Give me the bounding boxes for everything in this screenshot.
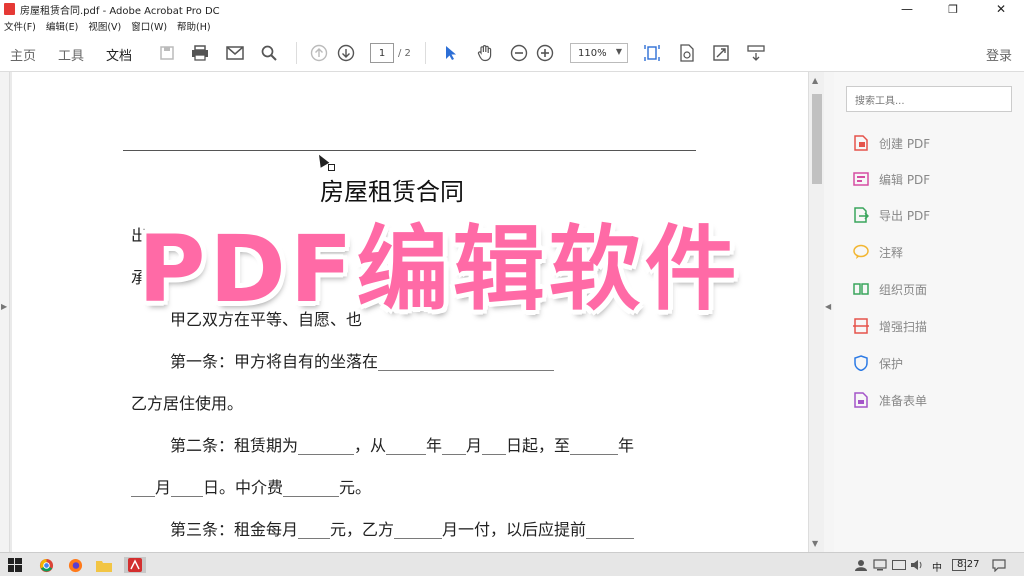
prepare-form-icon	[852, 391, 870, 409]
page-total: / 2	[398, 48, 411, 59]
main-toolbar: 主页 工具 文档 1 / 2 110% ▼ 登录	[0, 34, 1024, 76]
acrobat-app-icon	[4, 3, 15, 15]
windows-taskbar: 中 8:27	[0, 552, 1024, 576]
tool-comment[interactable]: 注释	[852, 241, 903, 263]
menu-file[interactable]: 文件(F)	[4, 19, 36, 33]
tool-label: 注释	[879, 245, 904, 260]
overlay-caption: PDF编辑软件	[138, 216, 741, 323]
toolbar-separator	[296, 42, 297, 64]
comment-icon	[852, 243, 870, 261]
edit-pdf-icon	[852, 170, 870, 188]
window-title: 房屋租赁合同.pdf - Adobe Acrobat Pro DC	[20, 5, 220, 17]
zoom-in-icon[interactable]	[535, 43, 555, 63]
volume-icon[interactable]	[908, 557, 926, 573]
tool-label: 保护	[879, 356, 904, 371]
mail-icon[interactable]	[225, 43, 245, 63]
hand-tool-icon[interactable]	[475, 43, 495, 63]
file-explorer-icon[interactable]	[95, 557, 113, 573]
page-header-rule	[123, 150, 696, 151]
doc-line: 第二条：租赁期为_______，从_____年___月___日起，至______…	[170, 436, 635, 455]
tool-label: 组织页面	[879, 282, 928, 297]
keyboard-icon[interactable]	[890, 557, 908, 573]
tool-label: 增强扫描	[879, 319, 928, 334]
save-icon[interactable]	[157, 43, 177, 63]
fit-page-icon[interactable]	[642, 43, 662, 63]
chrome-icon[interactable]	[37, 557, 55, 573]
cursor-selection-box	[328, 164, 335, 171]
left-panel-toggle[interactable]: ▶	[0, 72, 10, 552]
right-panel-toggle[interactable]: ◀	[824, 72, 834, 552]
search-tools-input[interactable]: 搜索工具...	[846, 86, 1012, 112]
title-bar: 房屋租赁合同.pdf - Adobe Acrobat Pro DC — ❐ ✕	[0, 0, 1024, 18]
page-number-input[interactable]: 1	[370, 43, 394, 63]
chevron-left-icon: ◀	[825, 302, 832, 311]
clock-time[interactable]: 8:27	[957, 559, 979, 570]
menu-bar: 文件(F) 编辑(E) 视图(V) 窗口(W) 帮助(H)	[0, 18, 1024, 34]
tool-label: 准备表单	[879, 393, 928, 408]
tool-protect[interactable]: 保护	[852, 352, 903, 374]
tool-create-pdf[interactable]: 创建 PDF	[852, 132, 930, 154]
chevron-right-icon: ▶	[1, 302, 8, 311]
user-icon[interactable]	[852, 557, 870, 573]
select-cursor-icon[interactable]	[441, 43, 461, 63]
menu-edit[interactable]: 编辑(E)	[46, 19, 78, 33]
tab-tools[interactable]: 工具	[58, 45, 84, 64]
doc-line: 第一条：甲方将自有的坐落在______________________	[170, 352, 555, 371]
menu-window[interactable]: 窗口(W)	[131, 19, 167, 33]
start-icon[interactable]	[6, 557, 24, 573]
login-link[interactable]: 登录	[986, 45, 1012, 64]
maximize-button[interactable]: ❐	[930, 0, 976, 18]
doc-line: 第三条：租金每月____元，乙方______月一付，以后应提前______	[170, 520, 635, 539]
acrobat-taskbar-icon[interactable]	[124, 557, 146, 573]
comment-tool-icon[interactable]	[746, 43, 766, 63]
tool-export-pdf[interactable]: 导出 PDF	[852, 204, 930, 226]
firefox-icon[interactable]	[66, 557, 84, 573]
doc-line: ___月____日。中介费_______元。	[131, 478, 372, 497]
minimize-button[interactable]: —	[884, 0, 930, 18]
search-icon[interactable]	[259, 43, 279, 63]
tools-pane: 搜索工具... 创建 PDF 编辑 PDF 导出 PDF 注释 组织页面 增强扫…	[834, 72, 1024, 552]
page-up-icon[interactable]	[309, 43, 329, 63]
create-pdf-icon	[852, 134, 870, 152]
vertical-scrollbar[interactable]: ▲ ▼	[808, 72, 824, 552]
tab-home[interactable]: 主页	[10, 45, 36, 64]
zoom-out-icon[interactable]	[509, 43, 529, 63]
scroll-down-icon[interactable]: ▼	[812, 539, 818, 548]
page-down-icon[interactable]	[336, 43, 356, 63]
full-screen-icon[interactable]	[711, 43, 731, 63]
print-icon[interactable]	[190, 43, 210, 63]
export-pdf-icon	[852, 206, 870, 224]
scroll-up-icon[interactable]: ▲	[812, 76, 818, 85]
toolbar-separator	[425, 42, 426, 64]
chevron-down-icon: ▼	[615, 47, 622, 56]
tool-enhance-scan[interactable]: 增强扫描	[852, 315, 927, 337]
menu-view[interactable]: 视图(V)	[88, 19, 121, 33]
ime-indicator[interactable]: 中	[932, 559, 942, 574]
tab-document[interactable]: 文档	[106, 45, 133, 76]
tool-prepare-form[interactable]: 准备表单	[852, 389, 927, 411]
rotate-view-icon[interactable]	[677, 43, 697, 63]
zoom-level-select[interactable]: 110% ▼	[570, 43, 628, 63]
zoom-level-value: 110%	[578, 47, 607, 59]
scrollbar-thumb[interactable]	[812, 94, 822, 184]
doc-line: 乙方居住使用。	[131, 394, 244, 413]
tool-organize-pages[interactable]: 组织页面	[852, 278, 927, 300]
protect-icon	[852, 354, 870, 372]
menu-help[interactable]: 帮助(H)	[177, 19, 211, 33]
tool-label: 创建 PDF	[879, 136, 931, 151]
tool-edit-pdf[interactable]: 编辑 PDF	[852, 168, 930, 190]
close-button[interactable]: ✕	[978, 0, 1024, 18]
network-icon[interactable]	[871, 557, 889, 573]
tool-label: 导出 PDF	[879, 208, 931, 223]
enhance-scan-icon	[852, 317, 870, 335]
tool-label: 编辑 PDF	[879, 172, 931, 187]
organize-pages-icon	[852, 280, 870, 298]
notification-icon[interactable]	[990, 557, 1008, 573]
